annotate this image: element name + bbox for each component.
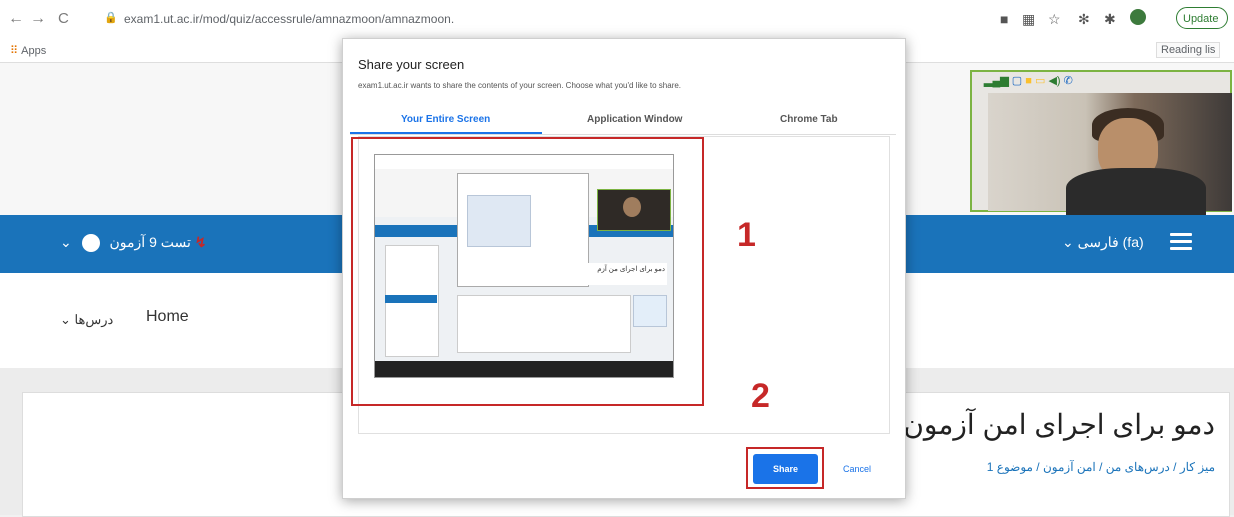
screen-icon: ▢ (1011, 75, 1023, 87)
language-label: فارسی (fa) (1077, 234, 1144, 250)
webcam-status-icons: ▂▄▆ ▢ ■ ▭ ◀) ✆ (984, 74, 1073, 90)
puzzle-icon[interactable]: ✻ (1078, 11, 1090, 28)
reading-list-button[interactable]: Reading lis (1156, 42, 1221, 58)
chevron-down-icon: ⌄ (1062, 234, 1074, 250)
dialog-description: exam1.ut.ac.ir wants to share the conten… (358, 81, 682, 90)
share-button[interactable]: Share (753, 454, 818, 484)
tab-entire-screen[interactable]: Your Entire Screen (401, 114, 490, 125)
tab-divider (350, 134, 896, 135)
active-tab-indicator (350, 132, 542, 134)
apps-grid-icon: ⠿ (10, 45, 19, 57)
home-link[interactable]: Home (146, 308, 189, 326)
apps-label: Apps (21, 45, 47, 57)
lock-icon: 🔒 (104, 12, 118, 24)
language-menu[interactable]: ⌄ فارسی (fa) (1062, 234, 1144, 251)
extension-icon[interactable]: ▦ (1022, 11, 1035, 28)
user-icon: ■ (1025, 75, 1032, 87)
step-1-annotation: 1 (737, 216, 756, 254)
profile-avatar[interactable] (1130, 9, 1146, 25)
selected-screen-highlight (351, 137, 704, 406)
speaker-icon: ◀) (1048, 75, 1061, 87)
courses-dropdown[interactable]: ⌄ درس‌ها (60, 312, 113, 328)
pin-icon[interactable]: ✱ (1104, 11, 1116, 28)
webcam-person-body (1066, 168, 1206, 218)
chevron-down-icon: ⌄ (60, 312, 71, 327)
cursor-icon: ↯ (194, 234, 207, 250)
camera-icon[interactable]: ■ (1000, 11, 1008, 27)
forward-icon[interactable]: → (30, 10, 46, 28)
courses-label: درس‌ها (74, 312, 114, 327)
dialog-title: Share your screen (358, 57, 465, 72)
tab-chrome-tab[interactable]: Chrome Tab (780, 114, 838, 125)
step-2-annotation: 2 (751, 377, 770, 415)
chevron-down-icon: ⌄ (60, 234, 72, 250)
tab-application-window[interactable]: Application Window (587, 114, 682, 125)
hamburger-menu-icon[interactable] (1170, 233, 1192, 251)
cancel-button[interactable]: Cancel (832, 458, 882, 480)
signal-icon: ▂▄▆ (984, 75, 1009, 87)
reload-icon[interactable]: C (58, 10, 69, 27)
star-icon[interactable]: ☆ (1048, 11, 1061, 28)
user-name: تست 9 آزمون (109, 234, 191, 250)
breadcrumb[interactable]: میز کار / درس‌های من / امن آزمون / موضوع… (905, 460, 1215, 474)
back-icon[interactable]: ← (8, 10, 24, 28)
avatar (81, 234, 100, 253)
message-icon: ▭ (1034, 75, 1046, 87)
apps-link[interactable]: ⠿ Apps (10, 44, 46, 57)
address-bar[interactable]: exam1.ut.ac.ir/mod/quiz/accessrule/amnaz… (124, 12, 454, 26)
update-button[interactable]: Update (1176, 7, 1228, 29)
phone-icon: ✆ (1063, 75, 1073, 87)
user-menu[interactable]: ⌄ تست 9 آزمون ↯ (60, 234, 207, 253)
page-title: دمو برای اجرای امن آزمون (905, 409, 1215, 440)
